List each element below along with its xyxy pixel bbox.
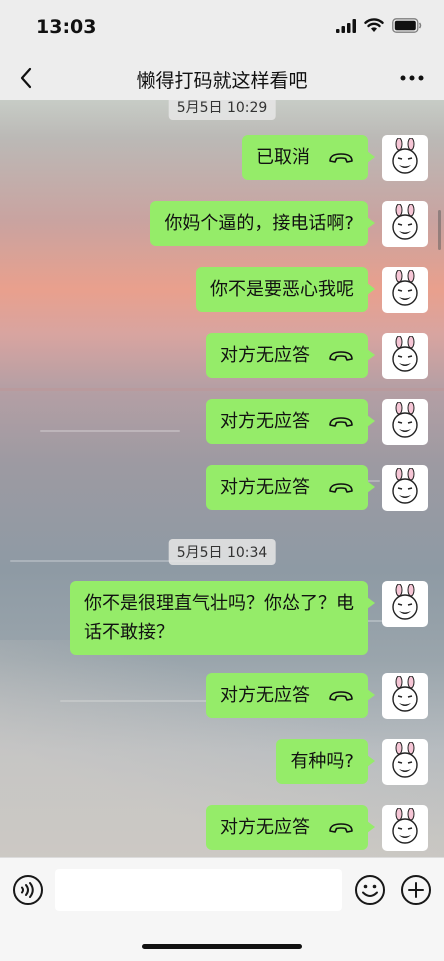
scrollbar[interactable] xyxy=(438,210,441,250)
message-text: 对方无应答 xyxy=(220,345,310,366)
bunny-face-avatar-icon xyxy=(392,584,418,620)
status-time: 13:03 xyxy=(36,16,97,38)
chat-area[interactable]: 5月5日 10:29 已取消 你妈个逼的，接电话啊? 你不是要恶心我呢 对方无应… xyxy=(0,100,444,857)
message-text: 对方无应答 xyxy=(220,817,310,838)
emoji-icon[interactable] xyxy=(354,874,386,906)
message-row: 你妈个逼的，接电话啊? xyxy=(150,201,428,247)
avatar[interactable] xyxy=(382,465,428,511)
plus-icon[interactable] xyxy=(400,874,432,906)
message-row: 对方无应答 xyxy=(206,465,428,511)
avatar[interactable] xyxy=(382,267,428,313)
message-bubble-text[interactable]: 你不是要恶心我呢 xyxy=(196,267,375,312)
more-options-button[interactable] xyxy=(394,62,430,94)
message-text: 你妈个逼的，接电话啊? xyxy=(164,213,354,234)
chat-title: 懒得打码就这样看吧 xyxy=(136,70,308,92)
avatar[interactable] xyxy=(382,739,428,785)
background-wave xyxy=(40,430,180,432)
hangup-icon xyxy=(329,690,353,701)
bunny-face-avatar-icon xyxy=(392,676,418,712)
voice-icon[interactable] xyxy=(12,874,44,906)
avatar[interactable] xyxy=(382,581,428,627)
hangup-icon xyxy=(329,482,353,493)
avatar[interactable] xyxy=(382,201,428,247)
message-bubble-text[interactable]: 你妈个逼的，接电话啊? xyxy=(150,201,375,246)
battery-icon xyxy=(392,18,422,33)
status-bar: 13:03 xyxy=(0,0,444,56)
avatar[interactable] xyxy=(382,805,428,851)
message-text: 对方无应答 xyxy=(220,685,310,706)
message-text: 你不是很理直气壮吗？你怂了？电话不敢接？ xyxy=(84,593,354,643)
hangup-icon xyxy=(329,822,353,833)
message-bubble-call[interactable]: 对方无应答 xyxy=(206,399,375,444)
message-row: 有种吗? xyxy=(276,739,428,785)
message-row: 对方无应答 xyxy=(206,333,428,379)
background-horizon xyxy=(0,388,444,391)
message-bubble-call[interactable]: 对方无应答 xyxy=(206,465,375,510)
bunny-face-avatar-icon xyxy=(392,808,418,844)
home-indicator xyxy=(142,944,302,949)
bunny-face-avatar-icon xyxy=(392,138,418,174)
cellular-signal-icon xyxy=(336,18,356,33)
message-row: 你不是很理直气壮吗？你怂了？电话不敢接？ xyxy=(70,581,428,655)
message-timestamp: 5月5日 10:34 xyxy=(168,539,276,565)
input-bar xyxy=(0,857,444,961)
message-bubble-call[interactable]: 对方无应答 xyxy=(206,333,375,378)
message-text: 有种吗? xyxy=(290,751,354,772)
message-bubble-call[interactable]: 对方无应答 xyxy=(206,805,375,850)
message-row: 已取消 xyxy=(242,135,428,181)
message-text: 对方无应答 xyxy=(220,411,310,432)
avatar[interactable] xyxy=(382,673,428,719)
hangup-icon xyxy=(329,416,353,427)
message-bubble-call[interactable]: 对方无应答 xyxy=(206,673,375,718)
message-row: 对方无应答 xyxy=(206,399,428,445)
nav-bar: 懒得打码就这样看吧 xyxy=(0,56,444,100)
message-bubble-text[interactable]: 有种吗? xyxy=(276,739,375,784)
message-text: 你不是要恶心我呢 xyxy=(210,279,354,300)
message-bubble-text[interactable]: 你不是很理直气壮吗？你怂了？电话不敢接？ xyxy=(70,581,375,655)
message-bubble-call[interactable]: 已取消 xyxy=(242,135,375,180)
message-row: 对方无应答 xyxy=(206,673,428,719)
avatar[interactable] xyxy=(382,135,428,181)
bunny-face-avatar-icon xyxy=(392,468,418,504)
message-row: 你不是要恶心我呢 xyxy=(196,267,428,313)
avatar[interactable] xyxy=(382,399,428,445)
status-icons xyxy=(336,18,422,33)
bunny-face-avatar-icon xyxy=(392,204,418,240)
hangup-icon xyxy=(329,152,353,163)
message-input[interactable] xyxy=(55,869,342,911)
wifi-icon xyxy=(364,18,384,32)
hangup-icon xyxy=(329,350,353,361)
more-dots-icon xyxy=(400,75,424,81)
bunny-face-avatar-icon xyxy=(392,402,418,438)
message-row: 对方无应答 xyxy=(206,805,428,851)
message-timestamp: 5月5日 10:29 xyxy=(168,100,276,120)
avatar[interactable] xyxy=(382,333,428,379)
message-text: 对方无应答 xyxy=(220,477,310,498)
bunny-face-avatar-icon xyxy=(392,742,418,778)
message-text: 已取消 xyxy=(256,147,310,168)
bunny-face-avatar-icon xyxy=(392,270,418,306)
bunny-face-avatar-icon xyxy=(392,336,418,372)
